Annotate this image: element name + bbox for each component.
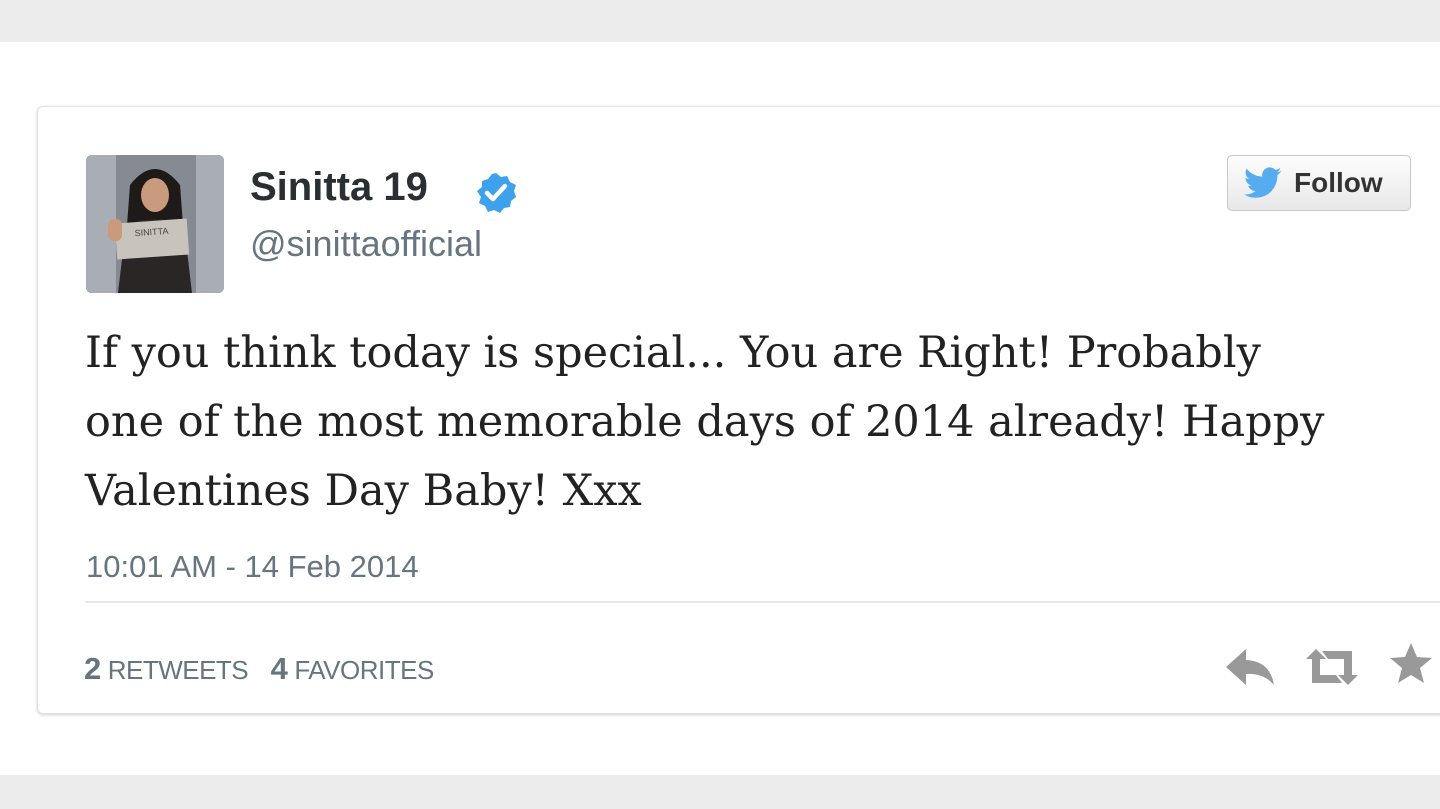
tweet-text-line: one of the most memorable days of 2014 a… — [85, 397, 1325, 447]
follow-button[interactable]: Follow — [1227, 155, 1411, 211]
twitter-bird-icon — [1244, 167, 1282, 198]
top-gray-band — [0, 0, 1440, 42]
favorites-label: FAVORITES — [294, 655, 434, 685]
retweets-count: 2 — [84, 651, 102, 686]
tweet-text: If you think today is special... You are… — [85, 319, 1405, 526]
user-handle[interactable]: @sinittaofficial — [250, 223, 482, 265]
reply-icon[interactable] — [1222, 645, 1278, 689]
avatar[interactable]: SINITTA — [86, 155, 224, 293]
favorite-star-icon[interactable] — [1388, 641, 1434, 687]
tweet-text-line: Valentines Day Baby! Xxx — [85, 466, 642, 516]
retweets-label: RETWEETS — [107, 655, 249, 685]
tweet-card: SINITTA Sinitta 19 @sinittaofficial Foll… — [37, 106, 1440, 714]
tweet-timestamp[interactable]: 10:01 AM - 14 Feb 2014 — [86, 549, 419, 585]
avatar-photo: SINITTA — [86, 155, 224, 293]
user-name[interactable]: Sinitta 19 — [250, 165, 428, 210]
favorites-count: 4 — [270, 651, 288, 686]
divider — [85, 601, 1440, 603]
favorites-stat[interactable]: 4 FAVORITES — [270, 651, 435, 687]
bottom-gray-band — [0, 775, 1440, 809]
tweet-stats: 2 RETWEETS 4 FAVORITES — [84, 651, 452, 687]
retweets-stat[interactable]: 2 RETWEETS — [84, 651, 249, 687]
verified-badge-icon — [477, 173, 516, 213]
follow-label: Follow — [1294, 167, 1383, 198]
tweet-text-line: If you think today is special... You are… — [85, 328, 1261, 378]
retweet-icon[interactable] — [1302, 645, 1362, 689]
